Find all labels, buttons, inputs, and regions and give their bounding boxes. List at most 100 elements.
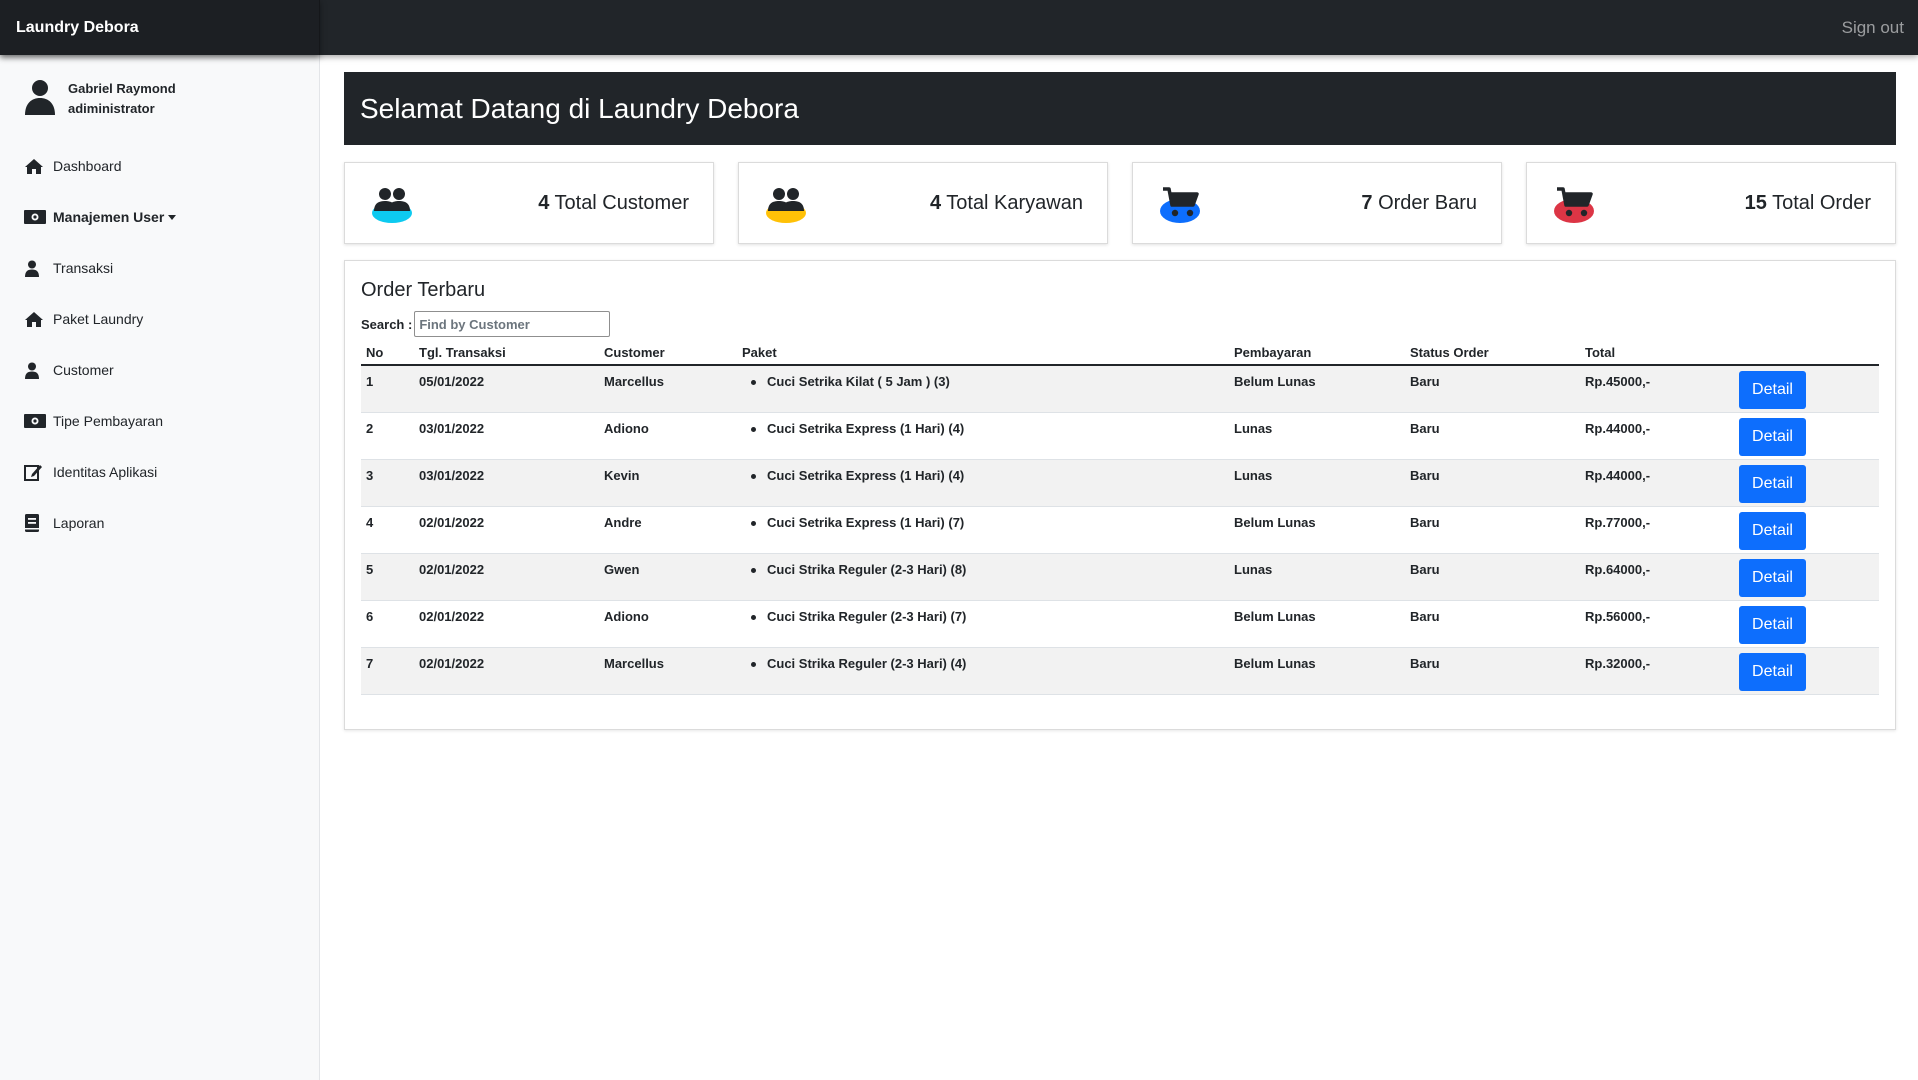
table-row: 7 02/01/2022 Marcellus Cuci Strika Regul… — [361, 647, 1879, 695]
detail-button[interactable]: Detail — [1739, 511, 1806, 550]
detail-button[interactable]: Detail — [1739, 417, 1806, 456]
search-input[interactable] — [414, 311, 611, 337]
cell-total: Rp.32000,- — [1580, 647, 1734, 695]
detail-button[interactable]: Detail — [1739, 464, 1806, 503]
detail-button[interactable]: Detail — [1739, 558, 1806, 597]
cell-action: Detail — [1734, 647, 1879, 695]
user-icon — [24, 259, 46, 277]
cell-tgl: 03/01/2022 — [414, 459, 599, 507]
column-header-no: No — [361, 341, 414, 366]
stat-label: Total Order — [1766, 192, 1871, 214]
brand-logo[interactable]: Laundry Debora — [0, 0, 320, 55]
cell-pembayaran: Belum Lunas — [1229, 600, 1405, 648]
user-icon — [24, 361, 46, 379]
cell-tgl: 02/01/2022 — [414, 506, 599, 554]
user-role: adiministrator — [68, 101, 155, 116]
cell-pembayaran: Belum Lunas — [1229, 365, 1405, 413]
table-row: 1 05/01/2022 Marcellus Cuci Setrika Kila… — [361, 365, 1879, 413]
stat-card-order-baru: 7 Order Baru — [1132, 162, 1502, 244]
table-row: 4 02/01/2022 Andre Cuci Setrika Express … — [361, 506, 1879, 554]
detail-button[interactable]: Detail — [1739, 371, 1806, 409]
cart-icon — [1160, 187, 1200, 223]
cell-total: Rp.64000,- — [1580, 553, 1734, 601]
edit-icon — [24, 463, 46, 481]
cell-customer: Marcellus — [599, 365, 737, 413]
sidebar-item-identitas-aplikasi[interactable]: Identitas Aplikasi — [24, 459, 304, 485]
sidebar-item-label: Dashboard — [53, 158, 122, 174]
cell-no: 6 — [361, 600, 414, 648]
column-header-action — [1734, 341, 1879, 366]
book-icon — [24, 514, 46, 532]
cell-tgl: 02/01/2022 — [414, 600, 599, 648]
stat-card-total-order: 15 Total Order — [1526, 162, 1896, 244]
search-label: Search : — [361, 316, 413, 332]
sign-out-link[interactable]: Sign out — [1842, 0, 1904, 55]
orders-table: No Tgl. Transaksi Customer Paket Pembaya… — [361, 341, 1879, 695]
sidebar-item-manajemen-user[interactable]: Manajemen User — [24, 204, 304, 230]
home-icon — [24, 157, 46, 175]
cell-total: Rp.45000,- — [1580, 365, 1734, 413]
users-icon — [372, 188, 412, 223]
sidebar-item-label: Paket Laundry — [53, 311, 144, 327]
cell-paket: Cuci Setrika Express (1 Hari) (7) — [737, 506, 1229, 554]
order-terbaru-card: Order Terbaru Search : No Tgl. Transaksi… — [344, 260, 1896, 730]
cell-paket: Cuci Strika Reguler (2-3 Hari) (4) — [737, 647, 1229, 695]
stat-card-total-customer: 4 Total Customer — [344, 162, 714, 244]
cell-customer: Kevin — [599, 459, 737, 507]
cell-paket: Cuci Setrika Express (1 Hari) (4) — [737, 412, 1229, 460]
table-row: 5 02/01/2022 Gwen Cuci Strika Reguler (2… — [361, 553, 1879, 601]
cell-status: Baru — [1405, 600, 1580, 648]
cell-customer: Marcellus — [599, 647, 737, 695]
sidebar-item-laporan[interactable]: Laporan — [24, 510, 304, 536]
cell-tgl: 05/01/2022 — [414, 365, 599, 413]
sidebar-item-paket-laundry[interactable]: Paket Laundry — [24, 306, 304, 332]
users-icon — [766, 188, 806, 223]
cell-status: Baru — [1405, 647, 1580, 695]
orders-title: Order Terbaru — [361, 279, 486, 301]
stat-count: 7 — [1361, 192, 1373, 214]
user-profile: Gabriel Raymond adiministrator — [24, 77, 304, 119]
cell-tgl: 02/01/2022 — [414, 647, 599, 695]
user-avatar-icon — [25, 80, 55, 115]
cell-customer: Gwen — [599, 553, 737, 601]
welcome-banner: Selamat Datang di Laundry Debora — [344, 72, 1896, 145]
column-header-pembayaran: Pembayaran — [1229, 341, 1405, 366]
sidebar-item-transaksi[interactable]: Transaksi — [24, 255, 304, 281]
cell-status: Baru — [1405, 365, 1580, 413]
cell-paket: Cuci Strika Reguler (2-3 Hari) (7) — [737, 600, 1229, 648]
detail-button[interactable]: Detail — [1739, 652, 1806, 691]
table-header-row: No Tgl. Transaksi Customer Paket Pembaya… — [361, 341, 1879, 366]
sidebar-item-label: Laporan — [53, 515, 105, 531]
cell-paket: Cuci Setrika Kilat ( 5 Jam ) (3) — [737, 365, 1229, 413]
cell-status: Baru — [1405, 459, 1580, 507]
sidebar-item-customer[interactable]: Customer — [24, 357, 304, 383]
cell-status: Baru — [1405, 506, 1580, 554]
cell-action: Detail — [1734, 506, 1879, 554]
cell-no: 7 — [361, 647, 414, 695]
cell-customer: Adiono — [599, 412, 737, 460]
column-header-status: Status Order — [1405, 341, 1580, 366]
chevron-down-icon — [168, 214, 177, 220]
stat-label: Total Customer — [549, 192, 690, 214]
cell-tgl: 02/01/2022 — [414, 553, 599, 601]
detail-button[interactable]: Detail — [1739, 605, 1806, 644]
cell-customer: Andre — [599, 506, 737, 554]
cell-customer: Adiono — [599, 600, 737, 648]
cell-action: Detail — [1734, 365, 1879, 413]
cell-action: Detail — [1734, 600, 1879, 648]
sidebar-item-tipe-pembayaran[interactable]: Tipe Pembayaran — [24, 408, 304, 434]
user-name: Gabriel Raymond — [68, 81, 176, 96]
cell-pembayaran: Lunas — [1229, 412, 1405, 460]
stat-count: 4 — [929, 192, 942, 214]
cell-total: Rp.44000,- — [1580, 459, 1734, 507]
sidebar-item-label: Manajemen User — [53, 209, 165, 225]
cell-no: 5 — [361, 553, 414, 601]
money-icon — [24, 412, 46, 430]
sidebar-item-label: Identitas Aplikasi — [53, 464, 158, 480]
sidebar-item-label: Tipe Pembayaran — [53, 413, 163, 429]
top-navbar: Laundry Debora Sign out — [0, 0, 1918, 55]
sidebar-item-dashboard[interactable]: Dashboard — [24, 153, 304, 179]
cell-pembayaran: Lunas — [1229, 459, 1405, 507]
column-header-tgl: Tgl. Transaksi — [414, 341, 599, 366]
cell-no: 1 — [361, 365, 414, 413]
